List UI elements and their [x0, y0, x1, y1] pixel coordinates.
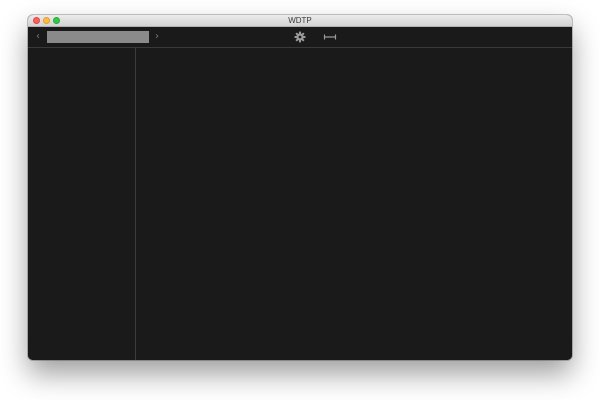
main-content-area [136, 48, 572, 360]
address-field[interactable] [47, 31, 149, 43]
toolbar: ‹ › [28, 27, 572, 48]
back-button[interactable]: ‹ [32, 30, 44, 44]
horizontal-resize-icon[interactable] [323, 30, 337, 44]
title-bar[interactable]: WDTP [28, 15, 572, 27]
sidebar [28, 48, 136, 360]
window-title: WDTP [288, 16, 312, 25]
app-window: WDTP ‹ › [28, 15, 572, 360]
forward-button[interactable]: › [151, 30, 163, 44]
gear-icon[interactable] [293, 30, 307, 44]
